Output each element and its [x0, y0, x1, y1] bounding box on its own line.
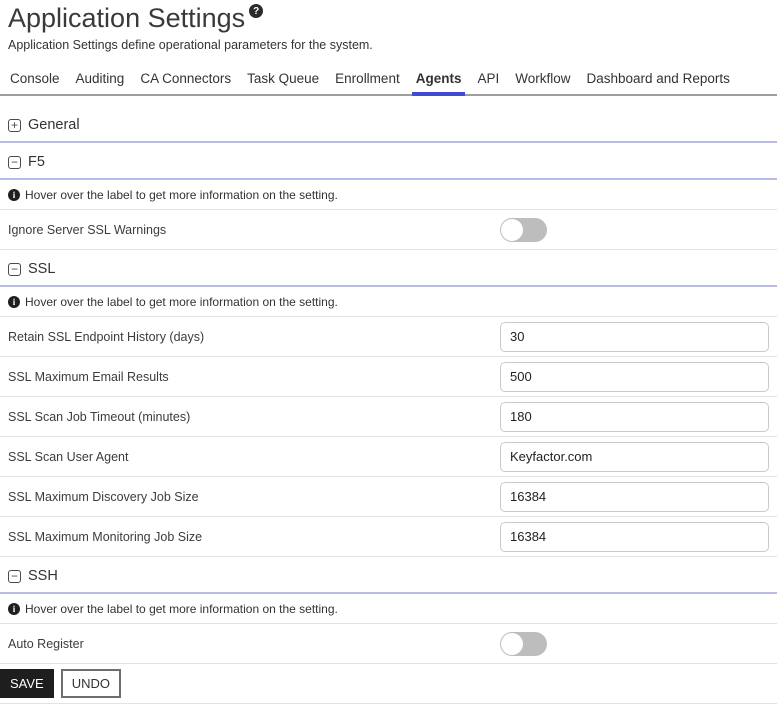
section-title: F5 — [28, 154, 45, 170]
setting-label: SSL Maximum Discovery Job Size — [8, 490, 500, 504]
help-icon[interactable]: ? — [249, 4, 263, 18]
setting-control — [500, 362, 769, 392]
section-header-ssh[interactable]: − SSH — [0, 557, 777, 594]
info-note-text: Hover over the label to get more informa… — [25, 188, 338, 202]
info-note: i Hover over the label to get more infor… — [0, 594, 777, 624]
tabs: ConsoleAuditingCA ConnectorsTask QueueEn… — [0, 65, 777, 96]
section-body: i Hover over the label to get more infor… — [0, 287, 777, 557]
setting-label: Ignore Server SSL Warnings — [8, 223, 500, 237]
section-title: General — [28, 117, 80, 133]
page-header: Application Settings ? — [0, 0, 777, 34]
footer: SAVE UNDO — [0, 664, 777, 704]
collapse-icon[interactable]: − — [8, 570, 21, 583]
page-title: Application Settings — [8, 2, 245, 34]
setting-control — [500, 322, 769, 352]
tab-agents[interactable]: Agents — [408, 65, 470, 94]
info-icon: i — [8, 603, 20, 615]
setting-label: SSL Maximum Monitoring Job Size — [8, 530, 500, 544]
tab-api[interactable]: API — [469, 65, 507, 94]
undo-button[interactable]: UNDO — [61, 669, 121, 698]
toggle-knob — [501, 219, 523, 241]
save-button[interactable]: SAVE — [0, 669, 54, 698]
tab-workflow[interactable]: Workflow — [507, 65, 578, 94]
toggle-knob — [501, 633, 523, 655]
setting-input[interactable] — [500, 522, 769, 552]
section-title: SSL — [28, 261, 55, 277]
toggle-switch[interactable] — [500, 632, 547, 656]
info-note: i Hover over the label to get more infor… — [0, 287, 777, 317]
setting-label: SSL Maximum Email Results — [8, 370, 500, 384]
section-body: i Hover over the label to get more infor… — [0, 180, 777, 250]
application-settings-page: Application Settings ? Application Setti… — [0, 0, 777, 704]
setting-control — [500, 218, 769, 242]
page-subtitle: Application Settings define operational … — [0, 34, 777, 52]
setting-input[interactable] — [500, 402, 769, 432]
sections: + General − F5 i Hover over the label to… — [0, 106, 777, 664]
toggle-switch[interactable] — [500, 218, 547, 242]
info-note-text: Hover over the label to get more informa… — [25, 295, 338, 309]
setting-input[interactable] — [500, 442, 769, 472]
tab-console[interactable]: Console — [2, 65, 68, 94]
setting-row: SSL Maximum Email Results — [0, 357, 777, 397]
setting-control — [500, 522, 769, 552]
tab-enrollment[interactable]: Enrollment — [327, 65, 408, 94]
section-header-f5[interactable]: − F5 — [0, 143, 777, 180]
setting-control — [500, 632, 769, 656]
setting-label: SSL Scan User Agent — [8, 450, 500, 464]
setting-label: Auto Register — [8, 637, 500, 651]
section-header-general[interactable]: + General — [0, 106, 777, 143]
setting-control — [500, 442, 769, 472]
info-note: i Hover over the label to get more infor… — [0, 180, 777, 210]
section-title: SSH — [28, 568, 58, 584]
setting-input[interactable] — [500, 322, 769, 352]
section: − F5 i Hover over the label to get more … — [0, 143, 777, 250]
setting-label: Retain SSL Endpoint History (days) — [8, 330, 500, 344]
expand-icon[interactable]: + — [8, 119, 21, 132]
setting-control — [500, 482, 769, 512]
collapse-icon[interactable]: − — [8, 263, 21, 276]
setting-input[interactable] — [500, 482, 769, 512]
info-icon: i — [8, 296, 20, 308]
setting-row: SSL Scan User Agent — [0, 437, 777, 477]
setting-input[interactable] — [500, 362, 769, 392]
setting-label: SSL Scan Job Timeout (minutes) — [8, 410, 500, 424]
info-note-text: Hover over the label to get more informa… — [25, 602, 338, 616]
section: + General — [0, 106, 777, 143]
collapse-icon[interactable]: − — [8, 156, 21, 169]
tab-dashboard-and-reports[interactable]: Dashboard and Reports — [579, 65, 738, 94]
tab-auditing[interactable]: Auditing — [68, 65, 133, 94]
setting-row: Retain SSL Endpoint History (days) — [0, 317, 777, 357]
setting-row: SSL Maximum Monitoring Job Size — [0, 517, 777, 557]
section-body: i Hover over the label to get more infor… — [0, 594, 777, 664]
setting-row: SSL Scan Job Timeout (minutes) — [0, 397, 777, 437]
tab-ca-connectors[interactable]: CA Connectors — [132, 65, 239, 94]
setting-control — [500, 402, 769, 432]
setting-row: Auto Register — [0, 624, 777, 664]
tab-task-queue[interactable]: Task Queue — [239, 65, 327, 94]
section-header-ssl[interactable]: − SSL — [0, 250, 777, 287]
section: − SSH i Hover over the label to get more… — [0, 557, 777, 664]
setting-row: SSL Maximum Discovery Job Size — [0, 477, 777, 517]
setting-row: Ignore Server SSL Warnings — [0, 210, 777, 250]
info-icon: i — [8, 189, 20, 201]
section: − SSL i Hover over the label to get more… — [0, 250, 777, 557]
